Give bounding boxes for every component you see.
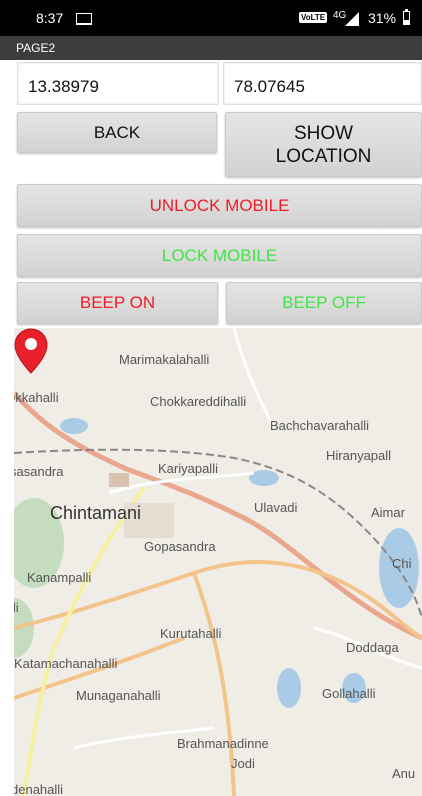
location-pin-icon[interactable]	[14, 328, 48, 374]
place-label: Brahmanadinne	[177, 736, 269, 751]
screen-cast-icon	[76, 13, 92, 25]
longitude-field[interactable]: 78.07645	[223, 62, 422, 105]
title-bar: PAGE2	[0, 36, 422, 60]
place-label: Ulavadi	[254, 500, 298, 515]
place-label: Chi	[392, 556, 412, 571]
battery-percent: 31%	[368, 10, 397, 26]
map-view[interactable]: Marimakalahalli okkahalli Chokkareddihal…	[14, 328, 422, 796]
place-label: Gollahalli	[322, 686, 376, 701]
beep-on-button[interactable]: BEEP ON	[17, 282, 218, 324]
place-label: Jodi	[231, 756, 255, 771]
place-label: Hiranyapall	[326, 448, 392, 463]
place-label: Chintamani	[50, 503, 142, 523]
volte-icon: VoLTE	[299, 12, 328, 23]
place-label: lli	[14, 600, 19, 615]
place-label: Anu	[392, 766, 416, 781]
latitude-field[interactable]: 13.38979	[17, 62, 219, 105]
place-label: Kurutahalli	[160, 626, 222, 641]
page-title: PAGE2	[16, 41, 56, 55]
place-label: okkahalli	[14, 390, 59, 405]
beep-off-button[interactable]: BEEP OFF	[226, 282, 422, 324]
status-bar: 8:37 VoLTE 4G 31%	[0, 0, 422, 36]
place-label: Bachchavarahalli	[270, 418, 370, 433]
place-label: Chokkareddihalli	[150, 394, 247, 409]
place-label: Marimakalahalli	[119, 352, 210, 367]
place-label: Aimar	[371, 505, 405, 520]
back-button[interactable]: BACK	[17, 112, 217, 153]
place-label: Katamachanahalli	[14, 656, 118, 671]
lock-mobile-button[interactable]: LOCK MOBILE	[17, 234, 422, 277]
place-label: Gopasandra	[144, 539, 216, 554]
place-label: Munaganahalli	[76, 688, 161, 703]
place-label: Kanampalli	[27, 570, 92, 585]
show-location-button[interactable]: SHOW LOCATION	[225, 112, 422, 177]
place-label: Doddaga	[346, 640, 399, 655]
clock: 8:37	[36, 10, 64, 26]
place-label: Kariyapalli	[158, 461, 218, 476]
place-label: sasandra	[14, 464, 64, 479]
battery-icon	[403, 9, 410, 25]
signal-icon	[345, 12, 359, 26]
unlock-mobile-button[interactable]: UNLOCK MOBILE	[17, 184, 422, 227]
place-label: denahalli	[14, 782, 64, 796]
